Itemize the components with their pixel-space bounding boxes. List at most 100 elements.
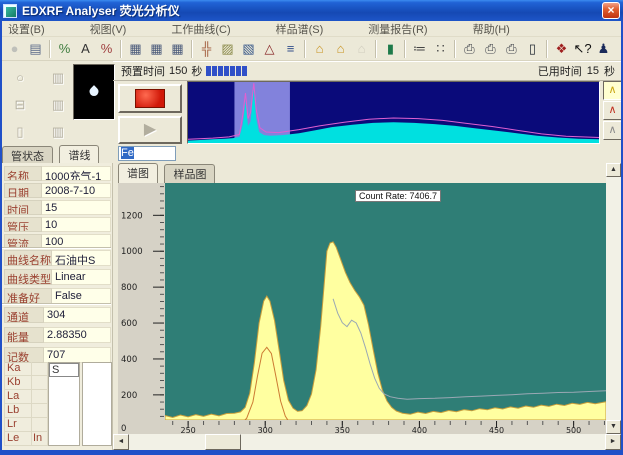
- home-save-icon[interactable]: ⌂: [330, 39, 351, 59]
- battery-icon[interactable]: ▮: [380, 39, 401, 59]
- title-bar[interactable]: EDXRF Analyser 荧光分析仪 ×: [0, 0, 623, 21]
- vertical-scrollbar[interactable]: ▲ ▼: [606, 163, 621, 434]
- home-icon[interactable]: ⌂: [309, 39, 330, 59]
- tube-icon: ▥: [46, 94, 70, 115]
- manual-icon[interactable]: ▤: [25, 39, 46, 59]
- calculator-icon[interactable]: ▯: [522, 39, 543, 59]
- preview-gray-peak-button[interactable]: ∧: [603, 121, 622, 140]
- toolbar-separator: [49, 40, 51, 58]
- line-label: La: [4, 390, 32, 404]
- horizontal-scrollbar[interactable]: ◄ ►: [113, 434, 621, 450]
- grid-icon[interactable]: ╬: [196, 39, 217, 59]
- toolbar-separator: [120, 40, 122, 58]
- list-detail-icon[interactable]: ≔: [409, 39, 430, 59]
- svg-text:300: 300: [258, 426, 273, 434]
- list-items-icon[interactable]: ∷: [430, 39, 451, 59]
- line-element: [32, 362, 48, 376]
- menu-item-5[interactable]: 测量报告(R): [368, 21, 427, 37]
- line-element: [32, 390, 48, 404]
- spectrum-chart[interactable]: 200400600800100012000250300350400450500: [118, 183, 606, 434]
- elapsed-time-label: 已用时间: [538, 63, 582, 79]
- line-table-row: Lb: [4, 404, 48, 418]
- percent-calib-icon[interactable]: %: [54, 39, 75, 59]
- field-label: 曲线类型: [4, 269, 52, 285]
- line-element: [32, 404, 48, 418]
- find-user-icon[interactable]: ♟: [593, 39, 614, 59]
- print-icon[interactable]: ⎙: [459, 39, 480, 59]
- percent2-icon[interactable]: %: [96, 39, 117, 59]
- scroll-right-button[interactable]: ►: [605, 434, 621, 450]
- line-element: [32, 376, 48, 390]
- context-help-icon[interactable]: ↖?: [572, 39, 593, 59]
- menu-item-3[interactable]: 工作曲线(C): [171, 21, 230, 37]
- toolbar: ●▤%A%▦▦▦╬▨▧△≡⌂⌂⌂▮≔∷⎙⎙⎙▯❖↖?♟: [0, 37, 623, 61]
- close-button[interactable]: ×: [602, 2, 620, 19]
- scroll-down-button[interactable]: ▼: [606, 420, 621, 434]
- energy-calib-icon[interactable]: A: [75, 39, 96, 59]
- svg-text:1000: 1000: [121, 247, 143, 257]
- delete-table-icon[interactable]: ▦: [146, 39, 167, 59]
- progress-block: [212, 66, 217, 76]
- element-list-item[interactable]: S: [49, 363, 79, 377]
- region-select-icon[interactable]: ▨: [217, 39, 238, 59]
- svg-text:1200: 1200: [121, 211, 143, 221]
- print-setup-icon[interactable]: ⎙: [480, 39, 501, 59]
- window-edge-left: [0, 21, 2, 455]
- svg-text:400: 400: [121, 355, 137, 365]
- sample-drop-display: [73, 64, 115, 120]
- line-label: Kb: [4, 376, 32, 390]
- field-label: 时间: [4, 200, 42, 215]
- modify-table-icon[interactable]: ▦: [167, 39, 188, 59]
- tab-sample-view[interactable]: 样品图: [164, 164, 215, 184]
- element-input[interactable]: Fe: [118, 146, 176, 161]
- field-row: 通道304: [4, 307, 111, 323]
- start-button[interactable]: ▶: [118, 116, 182, 144]
- menu-item-4[interactable]: 样品谱(S): [276, 21, 324, 37]
- line-element: In: [32, 432, 48, 446]
- menu-item-2[interactable]: 视图(V): [90, 21, 127, 37]
- toolbar-separator: [375, 40, 377, 58]
- field-label: 准备好: [4, 288, 52, 304]
- scroll-up-button[interactable]: ▲: [606, 163, 621, 177]
- peak-mark-icon[interactable]: △: [259, 39, 280, 59]
- line-label: Ka: [4, 362, 32, 376]
- line-table-row: LeIn: [4, 432, 48, 446]
- menu-item-6[interactable]: 帮助(H): [473, 21, 510, 37]
- tab-spectrum-view[interactable]: 谱图: [118, 163, 158, 184]
- field-label: 曲线名称: [4, 250, 52, 266]
- droplet-icon: [88, 85, 101, 98]
- window-edge-bottom: [0, 450, 623, 455]
- gauge-icon: ▥: [46, 67, 70, 88]
- clipboard-icon: ⊟: [8, 94, 32, 115]
- print-preview-icon[interactable]: ⎙: [501, 39, 522, 59]
- stop-icon: [135, 89, 165, 108]
- menu-item-1[interactable]: 设置(B): [8, 21, 45, 37]
- list-view-icon[interactable]: ≡: [280, 39, 301, 59]
- element-value: Fe: [121, 147, 134, 159]
- chart-window-icon[interactable]: ▧: [238, 39, 259, 59]
- field-label: 日期: [4, 183, 42, 198]
- help-book-icon[interactable]: ❖: [551, 39, 572, 59]
- panel-separator: [2, 247, 111, 249]
- element-listbox-2[interactable]: [82, 362, 112, 446]
- field-label: 能量: [4, 327, 44, 343]
- scroll-left-button[interactable]: ◄: [113, 434, 129, 450]
- field-label: 管压: [4, 217, 42, 232]
- svg-text:800: 800: [121, 283, 137, 293]
- panel-icon: ▥: [46, 121, 70, 142]
- progress-block: [206, 66, 211, 76]
- svg-text:600: 600: [121, 319, 137, 329]
- spectrum-preview[interactable]: [188, 82, 599, 143]
- element-listbox[interactable]: S: [48, 362, 80, 446]
- toolbar-separator: [304, 40, 306, 58]
- preview-red-peak-button[interactable]: ∧: [603, 101, 622, 120]
- preview-yellow-peak-button[interactable]: ∧: [603, 81, 622, 100]
- horizontal-scroll-thumb[interactable]: [205, 434, 241, 450]
- field-value: 10: [42, 217, 111, 232]
- left-tab-bar: 管状态 谱线: [2, 145, 113, 163]
- stop-button[interactable]: [118, 84, 182, 113]
- field-row: 时间15: [4, 200, 111, 215]
- home-disabled-icon: ⌂: [351, 39, 372, 59]
- new-table-icon[interactable]: ▦: [125, 39, 146, 59]
- line-element: [32, 418, 48, 432]
